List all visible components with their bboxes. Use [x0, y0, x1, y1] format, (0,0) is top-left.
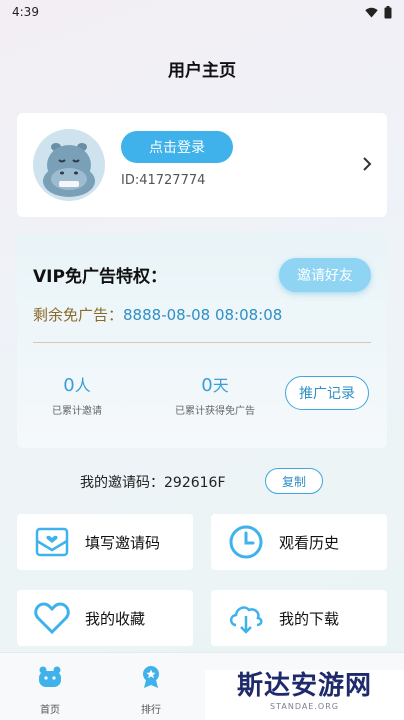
- watermark-text: 斯达安游网: [236, 671, 372, 701]
- stat-value: 0天: [201, 375, 229, 396]
- watermark-subtext: STANDAE.ORG: [270, 702, 339, 711]
- tile-label: 填写邀请码: [85, 533, 161, 552]
- remaining-ad-free: 剩余免广告：8888-08-08 08:08:08: [33, 304, 282, 325]
- page-title: 用户主页: [168, 61, 236, 81]
- stat-ad-free-days: 0天 已累计获得免广告: [155, 372, 275, 417]
- tile-watch-history[interactable]: 观看历史: [211, 514, 387, 570]
- ranking-badge-icon: [143, 666, 159, 688]
- tile-label: 我的下载: [279, 609, 340, 628]
- envelope-heart-icon: [35, 527, 69, 557]
- hippo-avatar-icon: [33, 129, 105, 201]
- copy-button[interactable]: 复制: [265, 468, 323, 494]
- stat-value: 0人: [63, 375, 91, 396]
- status-bar: 4:39: [0, 0, 404, 24]
- login-button[interactable]: 点击登录: [121, 131, 233, 163]
- stat-invited: 0人 已累计邀请: [43, 372, 111, 417]
- divider: [33, 342, 371, 343]
- nav-label: 首页: [40, 705, 60, 716]
- tile-my-favorites[interactable]: 我的收藏: [17, 590, 193, 646]
- invite-code-row: 我的邀请码：292616F 复制: [0, 466, 404, 496]
- user-id: ID:41727774: [121, 173, 206, 188]
- battery-icon: [384, 5, 392, 18]
- cloud-download-icon: [229, 606, 263, 634]
- heart-icon: [34, 602, 70, 635]
- status-time: 4:39: [12, 5, 39, 19]
- nav-home[interactable]: 首页: [20, 665, 80, 716]
- nav-label: 排行: [141, 705, 161, 716]
- stat-caption: 已累计获得免广告: [175, 406, 255, 417]
- home-hippo-icon: [39, 666, 61, 687]
- vip-title: VIP免广告特权：: [33, 267, 167, 287]
- invite-code: 我的邀请码：292616F: [80, 475, 226, 491]
- promotion-record-button[interactable]: 推广记录: [285, 376, 369, 410]
- invite-friends-button[interactable]: 邀请好友: [279, 258, 371, 292]
- nav-ranking[interactable]: 排行: [121, 665, 181, 716]
- vip-card: VIP免广告特权： 邀请好友 剩余免广告：8888-08-08 08:08:08…: [17, 234, 387, 448]
- wifi-icon: [365, 7, 378, 17]
- remaining-value: 8888-08-08 08:08:08: [123, 306, 283, 324]
- tile-my-downloads[interactable]: 我的下载: [211, 590, 387, 646]
- clock-icon: [229, 525, 263, 559]
- chevron-right-icon[interactable]: [361, 155, 373, 173]
- watermark: 斯达安游网 STANDAE.ORG: [205, 670, 404, 720]
- tile-label: 观看历史: [279, 533, 340, 552]
- tile-label: 我的收藏: [85, 609, 146, 628]
- stat-caption: 已累计邀请: [52, 406, 102, 417]
- profile-card[interactable]: 点击登录 ID:41727774: [17, 113, 387, 217]
- avatar[interactable]: [33, 129, 105, 201]
- status-icons: [365, 5, 392, 19]
- tile-enter-invite-code[interactable]: 填写邀请码: [17, 514, 193, 570]
- remaining-label: 剩余免广告：: [33, 306, 124, 324]
